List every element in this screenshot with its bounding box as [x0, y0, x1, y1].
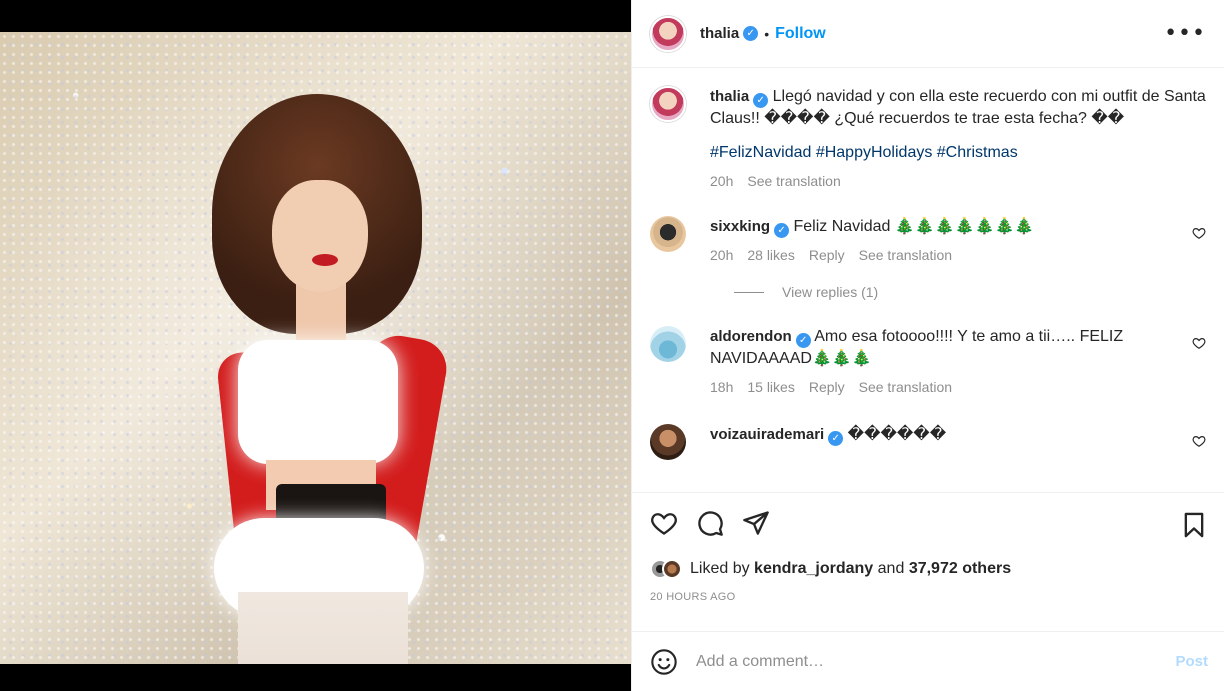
comment-username[interactable]: sixxking: [710, 218, 770, 235]
add-comment-bar: Post: [632, 631, 1224, 691]
see-translation-link[interactable]: See translation: [859, 376, 952, 398]
see-translation-link[interactable]: See translation: [859, 244, 952, 266]
likes-summary: Liked by kendra_jordany and 37,972 other…: [650, 559, 1206, 579]
caption-meta: 20h See translation: [710, 170, 1206, 192]
comment-avatar[interactable]: [650, 326, 686, 362]
share-paper-plane-icon[interactable]: [742, 509, 770, 537]
caption-text: Llegó navidad y con ella este recuerdo c…: [710, 88, 1206, 127]
author-username[interactable]: thalia: [700, 25, 739, 42]
comment-like-heart-icon[interactable]: [1192, 226, 1206, 240]
liked-by-user[interactable]: kendra_jordany: [754, 560, 873, 578]
comment-likes[interactable]: 15 likes: [747, 376, 794, 398]
more-options-icon[interactable]: •••: [1164, 21, 1206, 46]
post-timestamp[interactable]: 20 HOURS AGO: [650, 591, 1206, 603]
view-replies-label[interactable]: View replies (1): [782, 284, 878, 300]
comment-item: aldorendon ✓ Amo esa fotoooo!!!! Y te amo…: [650, 326, 1206, 398]
caption-avatar[interactable]: [650, 86, 686, 122]
comment-likes[interactable]: 28 likes: [747, 244, 794, 266]
caption-username[interactable]: thalia: [710, 88, 749, 105]
view-replies-line: [734, 291, 764, 293]
comment-username[interactable]: aldorendon: [710, 328, 792, 345]
photo-skirt: [238, 592, 408, 664]
see-translation-link[interactable]: See translation: [747, 170, 840, 192]
photo-lips: [312, 254, 338, 266]
post-photo[interactable]: [0, 32, 631, 664]
comment-text: ������: [847, 426, 947, 443]
separator-dot: •: [764, 25, 770, 42]
photo-face: [272, 180, 368, 292]
liker-avatar[interactable]: [662, 559, 682, 579]
media-panel: [0, 0, 631, 691]
reply-button[interactable]: Reply: [809, 376, 845, 398]
comment-time[interactable]: 20h: [710, 244, 733, 266]
comment-meta: 18h 15 likes Reply See translation: [710, 376, 1206, 398]
comment-username[interactable]: voizauirademari: [710, 426, 824, 443]
caption: thalia ✓ Llegó navidad y con ella este re…: [650, 86, 1206, 192]
comment-body: aldorendon ✓ Amo esa fotoooo!!!! Y te amo…: [710, 326, 1206, 398]
bookmark-icon[interactable]: [1180, 511, 1208, 539]
comment-item: sixxking ✓ Feliz Navidad 🎄🎄🎄🎄🎄🎄🎄 20h 28 l…: [650, 216, 1206, 266]
verified-badge-icon: ✓: [774, 223, 790, 238]
author-avatar[interactable]: [650, 15, 686, 52]
caption-hashtags[interactable]: #FelizNavidad #HappyHolidays #Christmas: [710, 142, 1206, 164]
likes-others-count[interactable]: 37,972 others: [909, 560, 1011, 578]
comment-like-heart-icon[interactable]: [1192, 434, 1206, 448]
comment-body: voizauirademari ✓ ������: [710, 424, 1206, 446]
author-name[interactable]: thalia: [700, 25, 739, 42]
comment-body: sixxking ✓ Feliz Navidad 🎄🎄🎄🎄🎄🎄🎄 20h 28 l…: [710, 216, 1206, 266]
comment-input[interactable]: [696, 652, 1176, 671]
comment-item: voizauirademari ✓ ������: [650, 424, 1206, 460]
comment-like-heart-icon[interactable]: [1192, 336, 1206, 350]
comments-list[interactable]: thalia ✓ Llegó navidad y con ella este re…: [632, 68, 1224, 492]
post-details-panel: thalia ✓ • Follow ••• thalia ✓ Llegó navi…: [631, 0, 1224, 691]
follow-button[interactable]: Follow: [775, 25, 826, 43]
verified-badge-icon: ✓: [753, 93, 769, 108]
comment-time[interactable]: 18h: [710, 376, 733, 398]
verified-badge-icon: ✓: [743, 26, 759, 41]
like-heart-icon[interactable]: [650, 509, 678, 537]
comment-bubble-icon[interactable]: [696, 509, 724, 537]
view-replies-toggle[interactable]: View replies (1): [734, 284, 1206, 300]
comment-meta: 20h 28 likes Reply See translation: [710, 244, 1206, 266]
comment-avatar[interactable]: [650, 216, 686, 252]
action-icons: [650, 509, 1206, 537]
photo-fur-top: [238, 340, 398, 464]
verified-badge-icon: ✓: [795, 333, 811, 348]
likes-and-label: and: [877, 560, 905, 577]
verified-badge-icon: ✓: [828, 431, 844, 446]
reply-button[interactable]: Reply: [809, 244, 845, 266]
emoji-icon[interactable]: [650, 648, 678, 676]
post-actions: Liked by kendra_jordany and 37,972 other…: [632, 492, 1224, 630]
liked-by-label: Liked by: [690, 560, 750, 577]
caption-body: thalia ✓ Llegó navidad y con ella este re…: [710, 86, 1206, 192]
caption-time[interactable]: 20h: [710, 170, 733, 192]
comment-avatar[interactable]: [650, 424, 686, 460]
post-comment-button[interactable]: Post: [1175, 653, 1208, 670]
comment-text: Feliz Navidad 🎄🎄🎄🎄🎄🎄🎄: [793, 218, 1035, 235]
post-header: thalia ✓ • Follow •••: [632, 0, 1224, 68]
